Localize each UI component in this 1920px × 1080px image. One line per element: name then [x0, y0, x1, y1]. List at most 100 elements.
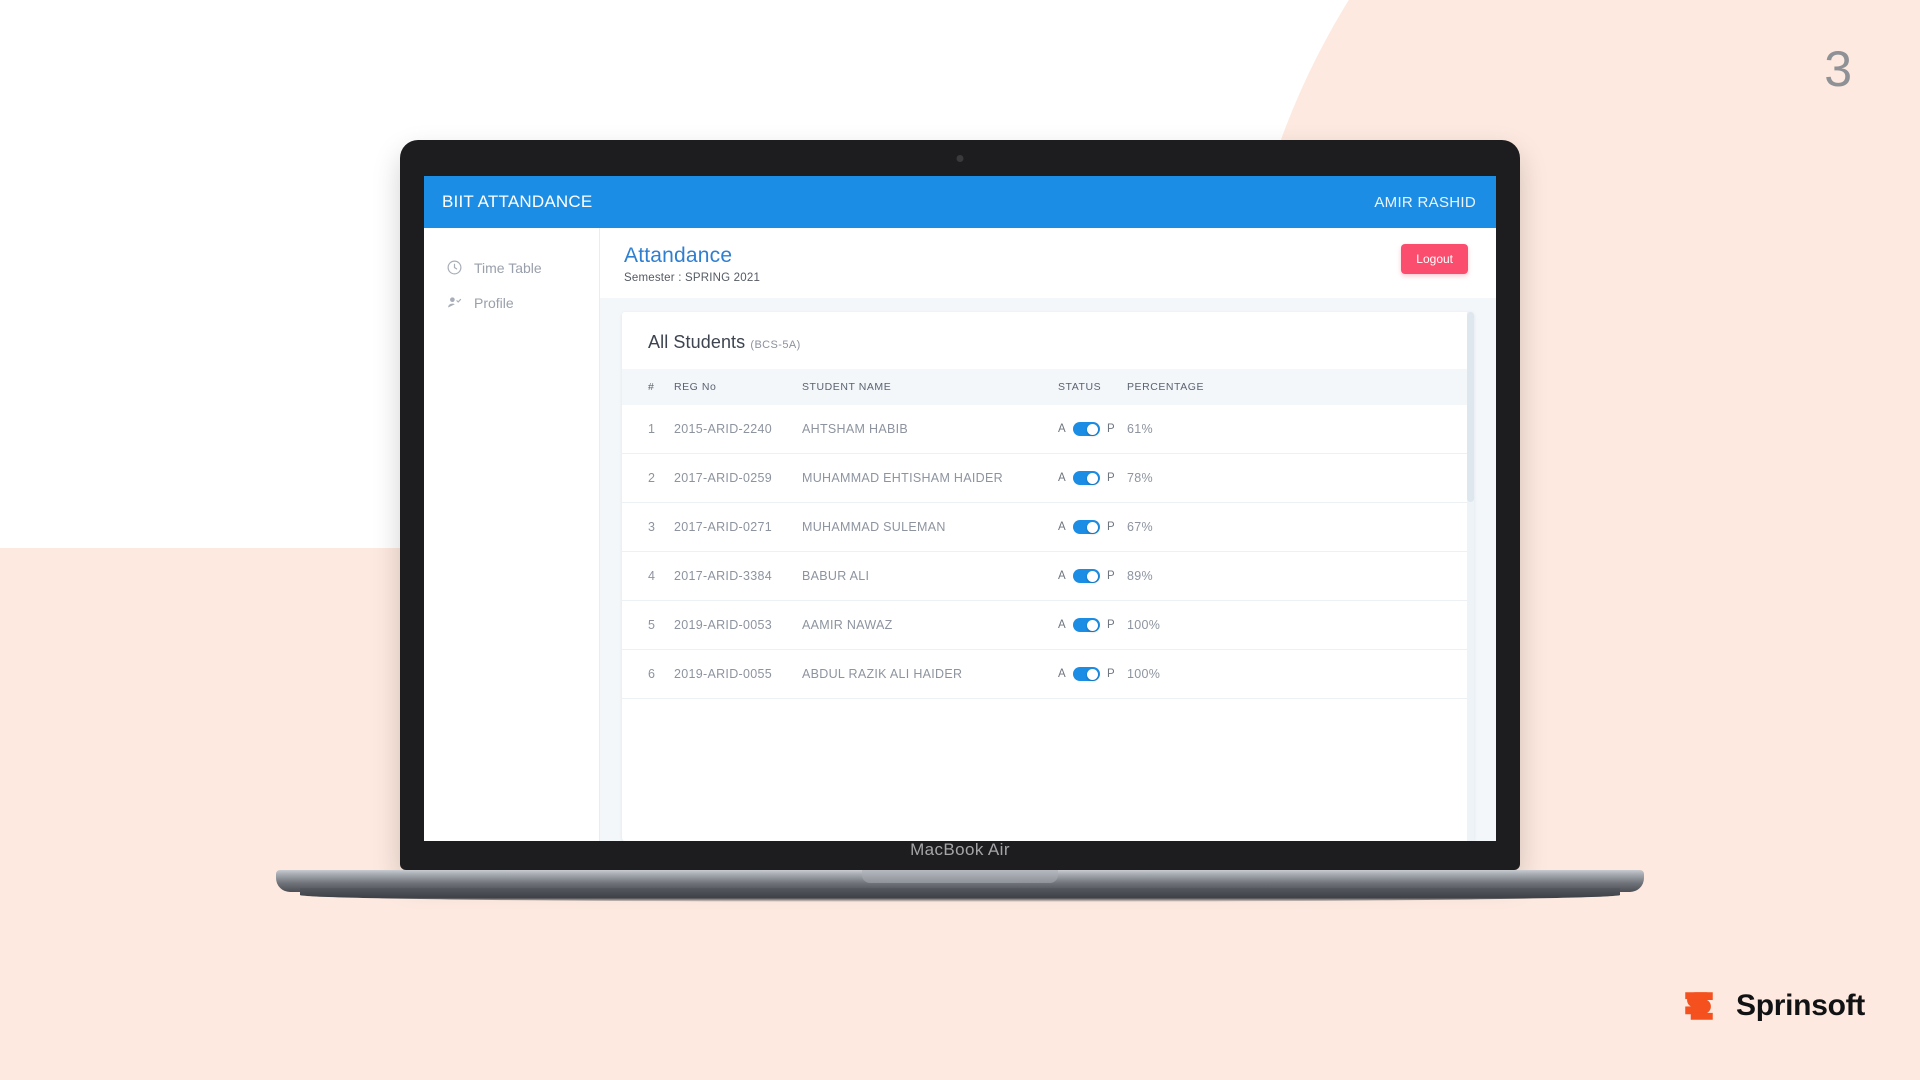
attendance-toggle[interactable] [1072, 471, 1100, 485]
cell-spacer [1260, 405, 1474, 454]
cell-spacer [1260, 453, 1474, 503]
card-title: All Students (BCS-5A) [622, 332, 1474, 369]
cell-status: AP [1052, 649, 1121, 699]
status-absent-label: A [1058, 668, 1066, 680]
sidebar-item-profile[interactable]: Profile [424, 285, 599, 320]
status-present-label: P [1106, 668, 1115, 680]
app-brand-title: BIIT ATTANDANCE [442, 192, 593, 211]
table-row: 1 2015-ARID-2240 AHTSHAM HABIB A P 61% [622, 405, 1474, 454]
clock-icon [446, 259, 463, 276]
table-row: 5 2019-ARID-0053 AAMIR NAWAZ A P 100% [622, 600, 1474, 650]
attendance-toggle[interactable] [1072, 422, 1100, 436]
scrollbar-thumb[interactable] [1467, 312, 1474, 502]
sprinsoft-wordmark: Sprinsoft [1736, 989, 1865, 1022]
page-number: 3 [1824, 41, 1852, 97]
cell-status: AP [1052, 502, 1121, 552]
app-body: Time Table Profile Attandance Semester:… [424, 228, 1496, 841]
cell-reg-no: 2015-ARID-2240 [668, 405, 796, 454]
laptop-base-shadow [300, 888, 1620, 902]
status-absent-label: A [1058, 423, 1066, 435]
device-label: MacBook Air [910, 840, 1010, 859]
sidebar-item-label: Time Table [474, 259, 542, 276]
attendance-toggle[interactable] [1072, 520, 1100, 534]
cell-percentage: 100% [1120, 649, 1261, 699]
sidebar-item-time-table[interactable]: Time Table [424, 250, 599, 285]
toggle-knob [1087, 668, 1099, 680]
status-toggle-group: AP [1058, 569, 1115, 583]
table-scroll-region[interactable]: All Students (BCS-5A) # REG No STUDENT N… [600, 298, 1496, 841]
cell-student-name: AHTSHAM HABIB [796, 405, 1052, 454]
table-header-row: # REG No STUDENT NAME STATUS PERCENTAGE [622, 369, 1474, 405]
students-card: All Students (BCS-5A) # REG No STUDENT N… [622, 312, 1474, 841]
toggle-knob [1087, 423, 1099, 435]
table-row: 4 2017-ARID-3384 BABUR ALI A P 89% [622, 551, 1474, 601]
current-user-name[interactable]: AMIR RASHID [1374, 194, 1476, 211]
cell-status: AP [1052, 551, 1121, 601]
status-present-label: P [1106, 423, 1115, 435]
slide-canvas: 3 BIIT ATTANDANCE AMIR RASHID Time Table… [0, 0, 1920, 1080]
laptop-mockup: BIIT ATTANDANCE AMIR RASHID Time Table P… [276, 140, 1644, 920]
cell-index: 6 [622, 649, 668, 699]
toggle-knob [1087, 570, 1099, 582]
table-body: 1 2015-ARID-2240 AHTSHAM HABIB A P 61% 2 2017-A… [622, 405, 1474, 699]
cell-student-name: BABUR ALI [796, 551, 1052, 601]
status-toggle-group: AP [1058, 520, 1115, 534]
sidebar-item-label: Profile [474, 294, 514, 311]
column-header-percentage: PERCENTAGE [1120, 369, 1261, 405]
cell-index: 1 [622, 405, 668, 454]
semester-label: Semester : SPRING 2021 [624, 272, 761, 284]
status-absent-label: A [1058, 570, 1066, 582]
toggle-knob [1087, 619, 1099, 631]
status-present-label: P [1106, 619, 1115, 631]
cell-percentage: 61% [1120, 405, 1261, 454]
attendance-app: BIIT ATTANDANCE AMIR RASHID Time Table P… [424, 176, 1496, 841]
column-header-index: # [622, 369, 668, 405]
status-present-label: P [1106, 570, 1115, 582]
status-toggle-group: AP [1058, 422, 1115, 436]
cell-percentage: 78% [1120, 453, 1261, 503]
cell-student-name: ABDUL RAZIK ALI HAIDER [796, 649, 1052, 699]
cell-spacer [1260, 502, 1474, 552]
vertical-scrollbar[interactable] [1467, 312, 1474, 841]
laptop-lid: BIIT ATTANDANCE AMIR RASHID Time Table P… [400, 140, 1520, 870]
laptop-hinge-notch [862, 870, 1058, 883]
cell-percentage: 100% [1120, 600, 1261, 650]
cell-percentage: 67% [1120, 502, 1261, 552]
page-title: Attandance [624, 244, 733, 267]
cell-index: 3 [622, 502, 668, 552]
sprinsoft-logo: Sprinsoft [1677, 984, 1865, 1028]
card-section-code: (BCS-5A) [750, 339, 801, 351]
students-table: # REG No STUDENT NAME STATUS PERCENTAGE [622, 369, 1474, 699]
toggle-knob [1087, 521, 1099, 533]
sprinsoft-mark-icon [1677, 984, 1721, 1028]
logout-button[interactable]: Logout [1401, 244, 1468, 274]
cell-status: AP [1052, 600, 1121, 650]
cell-reg-no: 2017-ARID-3384 [668, 551, 796, 601]
attendance-toggle[interactable] [1072, 569, 1100, 583]
cell-status: AP [1052, 405, 1121, 454]
webcam-icon [956, 155, 964, 162]
status-present-label: P [1106, 472, 1115, 484]
page-header: Attandance Semester : SPRING 2021 Logout [600, 228, 1496, 298]
table-row: 2 2017-ARID-0259 MUHAMMAD EHTISHAM HAIDER A… [622, 453, 1474, 503]
status-absent-label: A [1058, 619, 1066, 631]
status-absent-label: A [1058, 472, 1066, 484]
table-row: 6 2019-ARID-0055 ABDUL RAZIK ALI HAIDER A P 1… [622, 649, 1474, 699]
attendance-toggle[interactable] [1072, 618, 1100, 632]
user-check-icon [446, 294, 463, 311]
cell-reg-no: 2017-ARID-0271 [668, 502, 796, 552]
table-row: 3 2017-ARID-0271 MUHAMMAD SULEMAN A P 67% [622, 502, 1474, 552]
cell-spacer [1260, 551, 1474, 601]
cell-student-name: MUHAMMAD EHTISHAM HAIDER [796, 453, 1052, 503]
column-header-reg-no: REG No [668, 369, 796, 405]
column-header-name: STUDENT NAME [796, 369, 1052, 405]
attendance-toggle[interactable] [1072, 667, 1100, 681]
cell-index: 5 [622, 600, 668, 650]
cell-reg-no: 2019-ARID-0055 [668, 649, 796, 699]
status-toggle-group: AP [1058, 667, 1115, 681]
card-title-text: All Students [648, 332, 746, 352]
cell-spacer [1260, 649, 1474, 699]
cell-reg-no: 2019-ARID-0053 [668, 600, 796, 650]
cell-student-name: AAMIR NAWAZ [796, 600, 1052, 650]
cell-index: 2 [622, 453, 668, 503]
